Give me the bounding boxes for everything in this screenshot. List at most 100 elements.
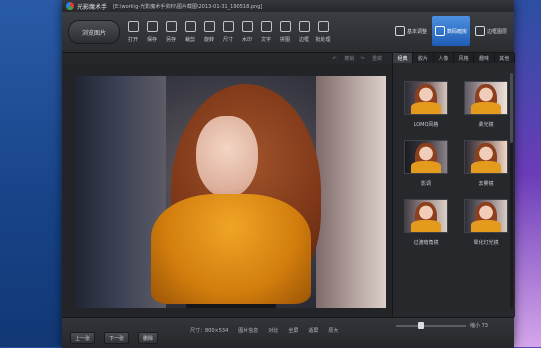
open-button[interactable]: 打开 — [124, 18, 142, 48]
effect-thumbnail — [464, 81, 508, 115]
edit-subbar: ↶ 撤销 ↷ 重做 — [62, 53, 392, 64]
effect-thumbnail — [404, 140, 448, 174]
undo-label: 撤销 — [344, 56, 355, 62]
tool-label: 批处理 — [315, 37, 331, 43]
effect-thumbnail — [464, 140, 508, 174]
fit-screen-button[interactable]: 适屏 — [308, 327, 318, 334]
tool-label: 打开 — [127, 37, 138, 43]
tool-label: 尺寸 — [222, 37, 233, 43]
digital-darkroom-mode-button[interactable]: 数码暗房 — [432, 16, 470, 46]
image-canvas[interactable] — [62, 64, 392, 317]
tab-fun[interactable]: 趣味 — [474, 53, 495, 63]
crop-button[interactable]: 裁剪 — [181, 18, 199, 48]
delete-image-button[interactable]: 删除 — [138, 332, 159, 344]
zoom-control: 缩小 73 — [392, 321, 488, 329]
collage-icon — [279, 21, 291, 32]
tab-portrait[interactable]: 人像 — [434, 53, 454, 63]
desktop-background-right — [511, 0, 541, 347]
image-info-button[interactable]: 图片信息 — [238, 327, 258, 334]
app-logo-icon — [66, 2, 74, 10]
photo-background-right — [316, 76, 386, 308]
fullscreen-button[interactable]: 全屏 — [288, 327, 298, 334]
effect-thumbnail — [464, 199, 508, 233]
batch-icon — [317, 21, 329, 32]
tool-label: 拼图 — [279, 37, 290, 43]
watermark-icon — [241, 21, 253, 32]
photo-preview — [76, 76, 386, 308]
batch-button[interactable]: 批处理 — [314, 18, 332, 48]
text-button[interactable]: 文字 — [257, 18, 275, 48]
title-bar: 光影魔术手 [E:\work\g-光影魔术手资料\图片截图\2013-01-31… — [62, 0, 514, 12]
resize-icon — [222, 21, 234, 32]
effects-scrollbar[interactable] — [510, 73, 513, 308]
effect-item[interactable]: 影调 — [401, 140, 451, 187]
border-layer-mode-button[interactable]: 边框图层 — [472, 16, 510, 46]
photo-face — [196, 116, 258, 198]
effects-panel: 经典 胶片 人像 风格 趣味 其他 LOMO风格 柔光镜 影调 去雾镜 过渡暗角… — [392, 53, 515, 317]
effect-label: 柔光镜 — [478, 122, 494, 128]
status-bar: 上一张 下一张 删除 尺寸：800×534 图片信息 对比 全屏 适屏 原大 缩… — [62, 317, 514, 348]
border-button[interactable]: 边框 — [295, 18, 313, 48]
scrollbar-thumb[interactable] — [510, 73, 513, 143]
effect-label: 影调 — [420, 181, 431, 187]
tool-label: 水印 — [241, 37, 252, 43]
redo-button[interactable]: ↷ 重做 — [360, 55, 382, 62]
tool-label: 边框 — [298, 37, 309, 43]
tab-other[interactable]: 其他 — [495, 53, 515, 63]
effect-label: LOMO风格 — [413, 122, 439, 128]
redo-label: 重做 — [371, 56, 382, 62]
camera-icon — [434, 26, 445, 36]
undo-button[interactable]: ↶ 撤销 — [332, 55, 354, 62]
tab-classic[interactable]: 经典 — [393, 53, 414, 63]
save-icon — [146, 21, 158, 32]
effect-tabs: 经典 胶片 人像 风格 趣味 其他 — [393, 53, 515, 63]
tab-style[interactable]: 风格 — [454, 53, 475, 63]
history-controls: ↶ 撤销 ↷ 重做 — [326, 55, 382, 62]
photo-scarf — [151, 194, 311, 304]
original-size-button[interactable]: 原大 — [328, 327, 338, 334]
rotate-icon — [203, 21, 215, 32]
crop-icon — [184, 21, 196, 32]
browse-images-button[interactable]: 浏览图片 — [68, 20, 120, 44]
tool-label: 文字 — [260, 37, 271, 43]
image-size-text: 尺寸：800×534 — [190, 328, 229, 334]
border-icon — [298, 21, 310, 32]
app-window: 光影魔术手 [E:\work\g-光影魔术手资料\图片截图\2013-01-31… — [62, 0, 515, 348]
effect-item[interactable]: 过渡暗角镜 — [401, 199, 451, 246]
rotate-button[interactable]: 旋转 — [200, 18, 218, 48]
basic-adjust-mode-button[interactable]: 基本调整 — [392, 16, 430, 46]
save-as-button[interactable]: 另存 — [162, 18, 180, 48]
mode-label: 基本调整 — [406, 28, 427, 35]
zoom-slider-knob[interactable] — [418, 321, 424, 329]
compare-button[interactable]: 对比 — [268, 327, 278, 334]
effect-item[interactable]: LOMO风格 — [401, 81, 451, 128]
effect-item[interactable]: 柔光镜 — [461, 81, 511, 128]
effect-thumbnail — [404, 199, 448, 233]
effect-thumbnail — [404, 81, 448, 115]
file-path: [E:\work\g-光影魔术手资料\图片截图\2013-01-31_19051… — [113, 3, 263, 10]
effect-label: 过渡暗角镜 — [413, 240, 439, 246]
effect-label: 去雾镜 — [478, 181, 494, 187]
effect-grid: LOMO风格 柔光镜 影调 去雾镜 过渡暗角镜 晕化灯光镜 — [401, 81, 511, 246]
next-image-button[interactable]: 下一张 — [104, 332, 130, 344]
effect-item[interactable]: 晕化灯光镜 — [461, 199, 511, 246]
previous-image-button[interactable]: 上一张 — [70, 332, 96, 344]
mode-switcher: 基本调整 数码暗房 边框图层 — [390, 16, 510, 46]
main-toolbar: 浏览图片 打开 保存 另存 裁剪 旋转 尺寸 水印 文字 拼图 边框 批处理 基… — [62, 12, 514, 53]
effect-item[interactable]: 去雾镜 — [461, 140, 511, 187]
desktop-background-left — [0, 0, 70, 347]
save-button[interactable]: 保存 — [143, 18, 161, 48]
watermark-button[interactable]: 水印 — [238, 18, 256, 48]
tool-label: 另存 — [165, 37, 176, 43]
save-as-icon — [165, 21, 177, 32]
tool-label: 裁剪 — [184, 37, 195, 43]
resize-button[interactable]: 尺寸 — [219, 18, 237, 48]
tab-film[interactable]: 胶片 — [413, 53, 434, 63]
zoom-slider[interactable] — [396, 321, 466, 329]
collage-button[interactable]: 拼图 — [276, 18, 294, 48]
mode-label: 边框图层 — [486, 28, 507, 35]
zoom-text: 缩小 73 — [470, 323, 488, 329]
tool-group: 打开 保存 另存 裁剪 旋转 尺寸 水印 文字 拼图 边框 批处理 — [124, 18, 333, 48]
view-controls: 尺寸：800×534 图片信息 对比 全屏 适屏 原大 — [190, 327, 348, 334]
tool-label: 保存 — [146, 37, 157, 43]
